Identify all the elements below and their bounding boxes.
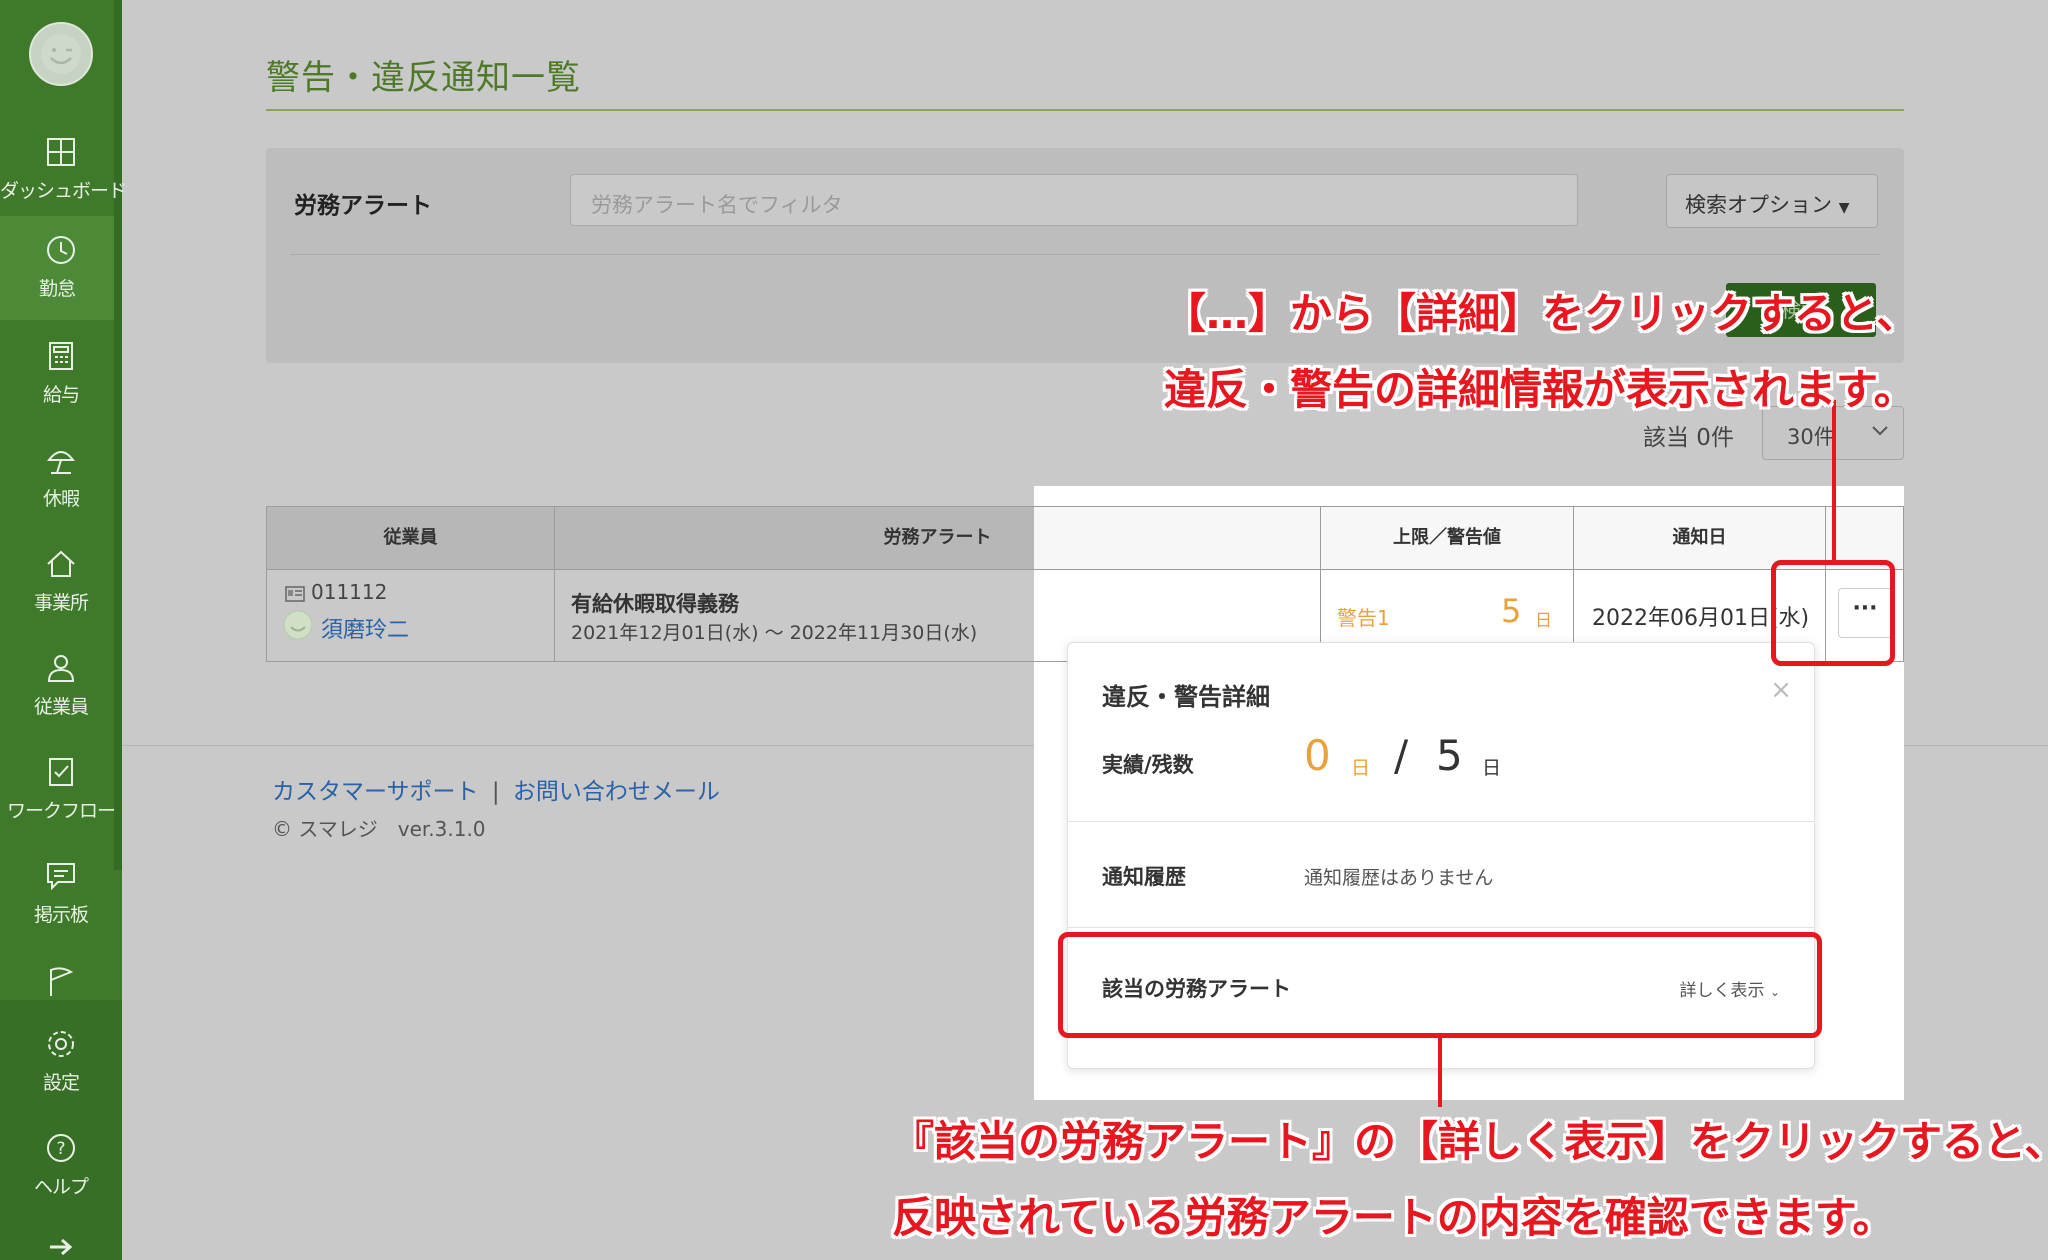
warning-label: 警告1 xyxy=(1337,606,1390,630)
actual-value: 0 xyxy=(1304,731,1331,780)
person-icon xyxy=(47,655,75,682)
sidebar-item-office[interactable]: 事業所 xyxy=(0,530,122,634)
sidebar-item-label: 設定 xyxy=(42,1072,80,1094)
alert-name: 有給休暇取得義務 xyxy=(571,592,739,616)
calculator-icon xyxy=(49,342,73,370)
sidebar-item-settings[interactable]: 設定 xyxy=(0,1010,122,1114)
close-icon[interactable]: × xyxy=(1770,675,1792,705)
popover-divider xyxy=(1068,927,1814,928)
sidebar-item-label: ダッシュボード xyxy=(0,180,127,202)
sidebar-item-dashboard[interactable]: ダッシュボード xyxy=(0,118,127,222)
annotation-bottom-line2: 反映されている労務アラートの内容を確認できます。 xyxy=(892,1193,1895,1242)
sidebar-item-board[interactable]: 掲示板 xyxy=(0,842,122,946)
expand-arrow-icon[interactable] xyxy=(48,1238,74,1256)
copyright: © スマレジ ver.3.1.0 xyxy=(272,817,486,841)
svg-text:?: ? xyxy=(56,1139,65,1159)
filter-label: 労務アラート xyxy=(294,193,432,219)
gear-icon xyxy=(48,1031,74,1057)
actual-remaining-label: 実績/残数 xyxy=(1102,753,1194,777)
title-divider xyxy=(266,109,1904,111)
dashboard-icon xyxy=(47,138,75,166)
sidebar-item-help[interactable]: ? ヘルプ xyxy=(0,1114,122,1218)
id-card-icon xyxy=(285,586,305,602)
sidebar-item-label: ワークフロー xyxy=(6,800,116,822)
sidebar-item-label: ヘルプ xyxy=(33,1176,89,1198)
annotation-connector-bottom xyxy=(1438,1037,1442,1107)
customer-support-link[interactable]: カスタマーサポート xyxy=(272,779,479,805)
sidebar-item-flag[interactable] xyxy=(0,946,122,1000)
chevron-down-icon xyxy=(1872,426,1888,436)
panel-divider xyxy=(290,254,1880,255)
annotation-bottom-line1: 『該当の労務アラート』の【詳しく表示】をクリックすると、 xyxy=(892,1117,2048,1166)
sidebar: ダッシュボード 勤怠 給与 休暇 事業所 従業員 ワークフロー 掲示板 設定 ?… xyxy=(0,0,127,1260)
sidebar-item-workflow[interactable]: ワークフロー xyxy=(0,738,122,842)
alert-period: 2021年12月01日(水) 〜 2022年11月30日(水) xyxy=(571,622,978,644)
sidebar-item-attendance[interactable]: 勤怠 xyxy=(0,216,114,320)
footer-divider-bar: | xyxy=(491,779,500,805)
result-count: 該当 0件 xyxy=(1643,425,1734,451)
message-icon xyxy=(47,863,75,891)
contact-email-link[interactable]: お問い合わせメール xyxy=(513,779,720,805)
annotation-connector-top xyxy=(1832,400,1836,562)
remaining-value: 5 xyxy=(1436,731,1463,780)
clipboard-check-icon xyxy=(49,758,73,786)
sidebar-item-payroll[interactable]: 給与 xyxy=(0,322,122,426)
flag-icon xyxy=(50,967,74,996)
beach-umbrella-icon xyxy=(46,451,76,474)
sidebar-item-label: 事業所 xyxy=(33,592,89,614)
column-header-employee: 従業員 xyxy=(267,507,555,569)
sidebar-item-label: 掲示板 xyxy=(33,904,89,926)
caret-down-icon: ▼ xyxy=(1838,200,1850,216)
alert-filter-input[interactable]: 労務アラート名でフィルタ xyxy=(570,174,1578,226)
annotation-top-line2: 違反・警告の詳細情報が表示されます。 xyxy=(1164,365,1916,414)
help-icon: ? xyxy=(47,1134,75,1162)
alert-table: 従業員 労務アラート 上限／警告値 通知日 011112 須磨玲二 有給休暇取得… xyxy=(266,506,1904,662)
sidebar-item-leave[interactable]: 休暇 xyxy=(0,426,122,530)
column-header-limit: 上限／警告値 xyxy=(1321,507,1574,569)
sidebar-item-label: 勤怠 xyxy=(38,278,76,300)
employee-name-link[interactable]: 須磨玲二 xyxy=(321,612,409,644)
sidebar-item-label: 休暇 xyxy=(42,488,80,510)
value-separator: / xyxy=(1394,731,1409,780)
home-icon xyxy=(47,550,75,577)
annotation-top-line1: 【…】から【詳細】をクリックすると、 xyxy=(1164,289,1919,338)
popover-divider xyxy=(1068,821,1814,822)
warning-value: 5 xyxy=(1501,592,1522,630)
sidebar-item-label: 従業員 xyxy=(33,696,89,718)
search-options-label: 検索オプション xyxy=(1685,193,1832,217)
sidebar-item-employees[interactable]: 従業員 xyxy=(0,634,122,738)
history-value: 通知履歴はありません xyxy=(1304,867,1494,889)
employee-cell: 011112 須磨玲二 xyxy=(267,569,555,661)
search-options-dropdown[interactable]: 検索オプション ▼ xyxy=(1666,174,1878,228)
actual-unit: 日 xyxy=(1351,757,1371,779)
warning-unit: 日 xyxy=(1535,611,1552,631)
history-label: 通知履歴 xyxy=(1102,865,1186,889)
avatar xyxy=(283,610,313,640)
footer-links: カスタマーサポート | お問い合わせメール xyxy=(272,772,720,806)
logo-icon[interactable] xyxy=(29,22,93,86)
per-page-value: 30件 xyxy=(1787,425,1835,449)
page-title: 警告・違反通知一覧 xyxy=(266,58,581,98)
employee-id: 011112 xyxy=(311,580,388,604)
column-header-alert: 労務アラート xyxy=(555,507,1321,569)
annotation-highlight-related-alert xyxy=(1058,932,1822,1038)
sidebar-item-label: 給与 xyxy=(42,384,80,406)
clock-icon xyxy=(47,236,75,264)
remaining-unit: 日 xyxy=(1482,757,1502,779)
annotation-highlight-more-button xyxy=(1771,560,1895,666)
popover-title: 違反・警告詳細 xyxy=(1102,683,1270,711)
